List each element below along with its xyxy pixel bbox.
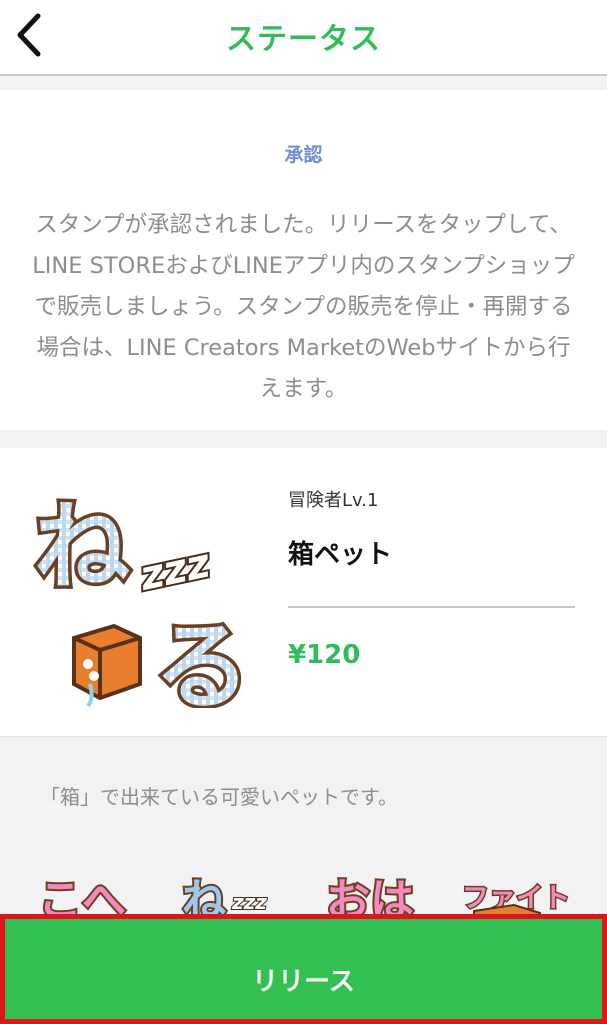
- product-name: 箱ペット: [288, 540, 393, 570]
- divider: [288, 606, 575, 608]
- creator-name: 冒険者Lv.1: [288, 490, 379, 511]
- sticker-char-top: ね: [34, 491, 130, 603]
- release-button[interactable]: リリース: [0, 914, 607, 1024]
- preview-sticker-1: こへ: [36, 873, 128, 921]
- preview-sticker-3: おは: [324, 873, 416, 921]
- sticker-char-bottom: る: [154, 611, 250, 708]
- page-title: ステータス: [226, 22, 381, 57]
- sticker-preview-row: こへ ね zzz おは ファイト: [0, 865, 607, 921]
- release-button-label: リリース: [252, 967, 355, 997]
- main-sticker-image: ね zzz る: [31, 488, 254, 708]
- preview-sticker-2: ね zzz: [180, 873, 268, 921]
- svg-text:zzz: zzz: [231, 890, 267, 914]
- price: ¥120: [288, 640, 361, 670]
- product-description: 「箱」で出来ている可愛いペットです。: [40, 785, 398, 809]
- product-card: ね zzz る 冒険者Lv.1 箱ペット ¥120: [0, 448, 607, 737]
- status-label: 承認: [284, 144, 323, 166]
- status-message: スタンプが承認されました。リリースをタップして、LINE STOREおよびLIN…: [32, 212, 575, 402]
- nav-bar: ステータス: [0, 0, 607, 76]
- description-section: 「箱」で出来ている可愛いペットです。 こへ ね zzz おは ファイト: [0, 737, 607, 921]
- preview-sticker-4: ファイト: [461, 882, 572, 921]
- sticker-zzz: zzz: [135, 540, 215, 600]
- status-card: 承認 スタンプが承認されました。リリースをタップして、LINE STOREおよび…: [0, 90, 607, 430]
- box-pet-drawing: [72, 623, 142, 708]
